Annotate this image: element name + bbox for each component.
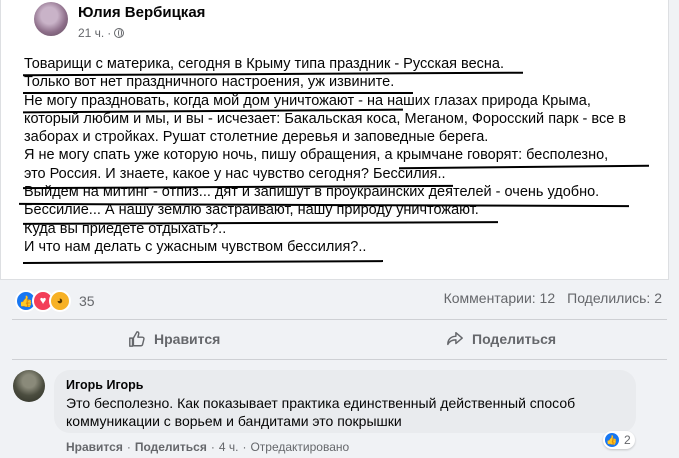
underline-mark: [23, 92, 413, 94]
like-reaction-icon: 👍: [604, 432, 620, 448]
post-time[interactable]: 21 ч.: [78, 26, 104, 40]
thumbs-up-icon: [129, 331, 145, 347]
reactions-summary[interactable]: 👍 ♥ ◕ 35: [15, 290, 95, 312]
commenter-avatar[interactable]: [13, 370, 45, 402]
share-arrow-icon: [447, 331, 463, 346]
comments-count[interactable]: Комментарии: 12: [444, 290, 556, 306]
post-card: Юлия Вербицкая 21 ч. · Товарищи с матери…: [0, 0, 669, 280]
post-line: И что нам делать с ужасным чувством бесс…: [24, 238, 367, 255]
comment-edited: Отредактировано: [250, 440, 350, 454]
divider: [12, 359, 667, 360]
share-label: Поделиться: [472, 331, 557, 347]
like-label: Нравится: [154, 331, 221, 347]
comment-actions: Нравится · Поделиться · 4 ч. · Отредакти…: [66, 440, 350, 454]
post-author[interactable]: Юлия Вербицкая: [78, 4, 205, 21]
post-text: Товарищи с материка, сегодня в Крыму тип…: [24, 55, 654, 256]
comment-reactions[interactable]: 👍 2: [603, 431, 635, 449]
comment-share-button[interactable]: Поделиться: [135, 440, 207, 454]
post-line: Товарищи с материка, сегодня в Крыму тип…: [24, 56, 505, 72]
post-line: Только вот нет праздничного настроения, …: [24, 74, 395, 91]
underline-mark: [22, 260, 384, 264]
share-button[interactable]: Поделиться: [446, 330, 556, 348]
comment-text: Это бесполезно. Как показывает практика …: [66, 395, 576, 429]
author-avatar[interactable]: [34, 2, 68, 36]
post-line: Не могу праздновать, когда мой дом уничт…: [24, 92, 591, 109]
divider: [12, 319, 667, 320]
reactions-count[interactable]: 35: [79, 293, 95, 309]
comment-time[interactable]: 4 ч.: [219, 440, 239, 454]
post-meta: 21 ч. ·: [78, 26, 125, 40]
haha-reaction-icon: ◕: [49, 290, 71, 312]
comment-like-button[interactable]: Нравится: [66, 440, 123, 454]
post-stats: Комментарии: 12 Поделились: 2: [444, 290, 662, 306]
shares-count[interactable]: Поделились: 2: [567, 290, 662, 306]
globe-icon: [114, 28, 125, 38]
post-line: Я не могу спать уже которую ночь, пишу о…: [24, 147, 609, 164]
comment-reactions-count: 2: [624, 433, 631, 447]
post-line: заборах и стройках. Рушат столетние дере…: [24, 129, 489, 146]
like-button[interactable]: Нравится: [128, 330, 220, 348]
comment-author[interactable]: Игорь Игорь: [66, 378, 143, 392]
